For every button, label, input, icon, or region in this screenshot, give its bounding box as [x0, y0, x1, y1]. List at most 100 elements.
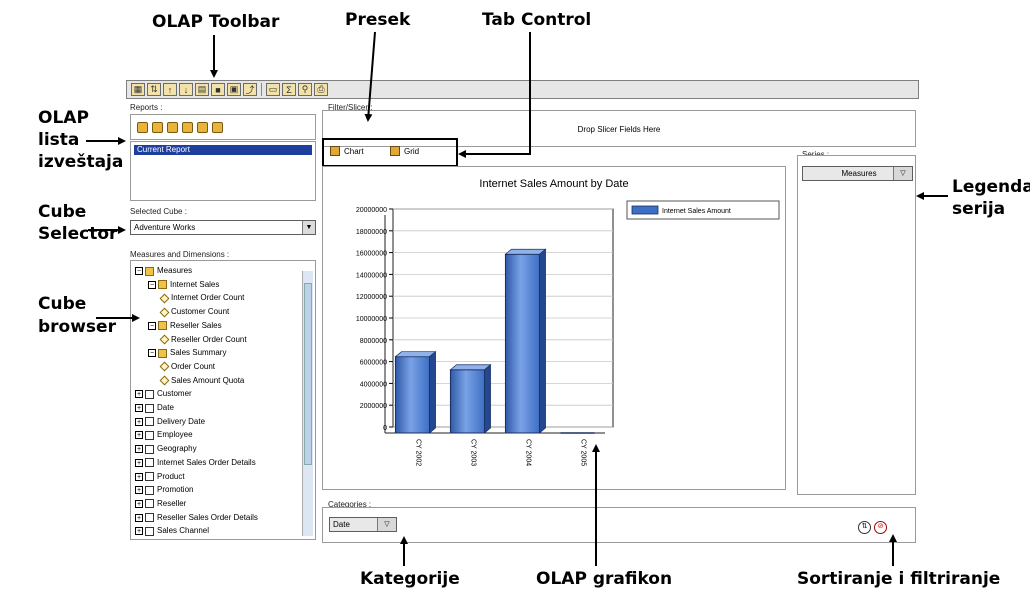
dim-icon [145, 458, 154, 468]
collapse-icon[interactable]: − [135, 267, 143, 275]
chart-title: Internet Sales Amount by Date [479, 178, 628, 190]
chevron-down-icon[interactable]: ▼ [302, 221, 315, 234]
tree-row-label: Date [157, 403, 174, 412]
tree-row-label: Sales Summary [170, 348, 227, 358]
expand-icon[interactable]: + [135, 404, 143, 412]
sort-filter-buttons: ⇅ ⊘ [858, 521, 887, 534]
tree-row[interactable]: + Product [135, 471, 185, 483]
tree-row-label: Reseller Sales Order Details [157, 512, 258, 522]
collapse-icon[interactable]: − [148, 280, 156, 289]
chart-icon [330, 146, 340, 156]
cube-selector-callout-line1: Cube [38, 202, 87, 222]
cube-select-value: Adventure Works [134, 223, 196, 232]
drill-down-icon[interactable]: ↓ [179, 83, 193, 96]
tree-row[interactable]: + Reseller [135, 498, 186, 510]
expand-icon[interactable]: + [135, 417, 143, 426]
tree-row[interactable]: Sales Amount Quota [159, 375, 244, 387]
tab-grid[interactable]: Grid [390, 146, 419, 156]
expand-icon[interactable]: + [135, 472, 143, 481]
open-report-icon[interactable] [152, 122, 163, 133]
collapse-icon[interactable]: − [148, 321, 156, 330]
expand-icon[interactable]: + [135, 431, 143, 440]
tree-row[interactable]: + Sales Channel [135, 525, 209, 537]
expand-icon[interactable]: + [135, 390, 143, 399]
save-report-icon[interactable] [167, 122, 178, 133]
tree-row[interactable]: + Employee [135, 429, 193, 441]
tree-row[interactable]: − Sales Summary [148, 347, 226, 359]
tree-row[interactable]: + Reseller Sales Order Details [135, 512, 258, 524]
export-icon[interactable]: ⤴ [243, 83, 257, 96]
category-filter-funnel-icon[interactable]: ▽ [377, 518, 396, 531]
presek-callout: Presek [345, 10, 411, 30]
scrollbar-thumb[interactable] [304, 283, 312, 465]
tree-row[interactable]: + Delivery Date [135, 416, 205, 428]
clear-filter-icon[interactable]: ⊘ [874, 521, 887, 534]
dim-icon [145, 417, 154, 427]
cube-browser-tree: − Measures − Internet Sales Internet Order C… [130, 260, 316, 540]
series-select[interactable]: Measures ▽ [802, 166, 913, 181]
tree-row-label: Product [157, 471, 185, 481]
report-item[interactable]: Current Report [134, 145, 312, 155]
tree-row[interactable]: + Internet Sales Order Details [135, 457, 256, 469]
bar-top [504, 248, 547, 255]
tree-row-label: Reseller Order Count [171, 334, 247, 344]
rename-report-icon[interactable] [182, 122, 193, 133]
bar [449, 369, 486, 434]
reports-list: Current Report [130, 141, 316, 201]
y-tick-label: 10000000 [356, 316, 387, 323]
collapse-icon[interactable]: − [148, 349, 156, 358]
tree-row[interactable]: + Promotion [135, 484, 193, 496]
x-tick-label: CY 2004 [525, 439, 532, 466]
bar [394, 356, 431, 434]
tree-row[interactable]: Order Count [159, 361, 215, 373]
expand-icon[interactable]: + [135, 458, 143, 467]
tree-row[interactable]: + Date [135, 402, 174, 414]
tree-row[interactable]: − Internet Sales [148, 279, 219, 291]
filter-funnel-icon[interactable]: ▽ [893, 167, 912, 180]
expand-icon[interactable]: + [135, 445, 143, 454]
tree-scrollbar[interactable] [302, 271, 313, 536]
tree-row[interactable]: + Customer [135, 388, 192, 400]
dim-icon [145, 485, 154, 495]
tab-chart[interactable]: Chart [330, 146, 364, 156]
kategorije-callout: Kategorije [360, 569, 460, 589]
expand-icon[interactable]: + [135, 513, 143, 522]
y-tick-label: 20000000 [356, 207, 387, 214]
sum-icon[interactable]: Σ [282, 83, 296, 96]
grid-icon[interactable]: ▣ [227, 83, 241, 96]
delete-report-icon[interactable] [212, 122, 223, 133]
dim-icon [145, 389, 154, 399]
layout-icon[interactable]: ▭ [266, 83, 280, 96]
tree-row[interactable]: + Geography [135, 443, 197, 455]
filter-icon[interactable]: ⚲ [298, 83, 312, 96]
tree-row[interactable]: − Measures [135, 265, 192, 277]
tree-row[interactable]: Internet Order Count [159, 292, 244, 304]
chart-type-icon[interactable]: ▤ [195, 83, 209, 96]
tree-row[interactable]: − Reseller Sales [148, 320, 222, 332]
tree-row-label: Internet Sales [170, 279, 220, 289]
print-icon[interactable]: ⎙ [314, 83, 328, 96]
expand-icon[interactable]: + [135, 486, 143, 495]
measure-icon [159, 375, 170, 386]
palette-icon[interactable]: ■ [211, 83, 225, 96]
cube-select[interactable]: Adventure Works ▼ [130, 220, 316, 235]
drill-up-icon[interactable]: ↑ [163, 83, 177, 96]
dim-icon [145, 403, 154, 413]
categories-select[interactable]: Date ▽ [329, 517, 397, 532]
expand-icon[interactable]: + [135, 527, 143, 536]
sort-icon[interactable]: ⇅ [858, 521, 871, 534]
tree-row[interactable]: Reseller Order Count [159, 334, 247, 346]
tree-row[interactable]: Customer Count [159, 306, 229, 318]
folder-icon [158, 280, 167, 290]
grid-tab-icon [390, 146, 400, 156]
new-report-icon[interactable] [137, 122, 148, 133]
report-icon[interactable]: ▦ [131, 83, 145, 96]
y-tick-label: 18000000 [356, 229, 387, 236]
copy-report-icon[interactable] [197, 122, 208, 133]
tab-control: Chart Grid [322, 138, 458, 167]
pivot-icon[interactable]: ⇅ [147, 83, 161, 96]
expand-icon[interactable]: + [135, 499, 143, 508]
legenda-callout-line2: serija [952, 199, 1006, 219]
tab-chart-label: Chart [344, 146, 364, 156]
measure-icon [159, 307, 170, 318]
